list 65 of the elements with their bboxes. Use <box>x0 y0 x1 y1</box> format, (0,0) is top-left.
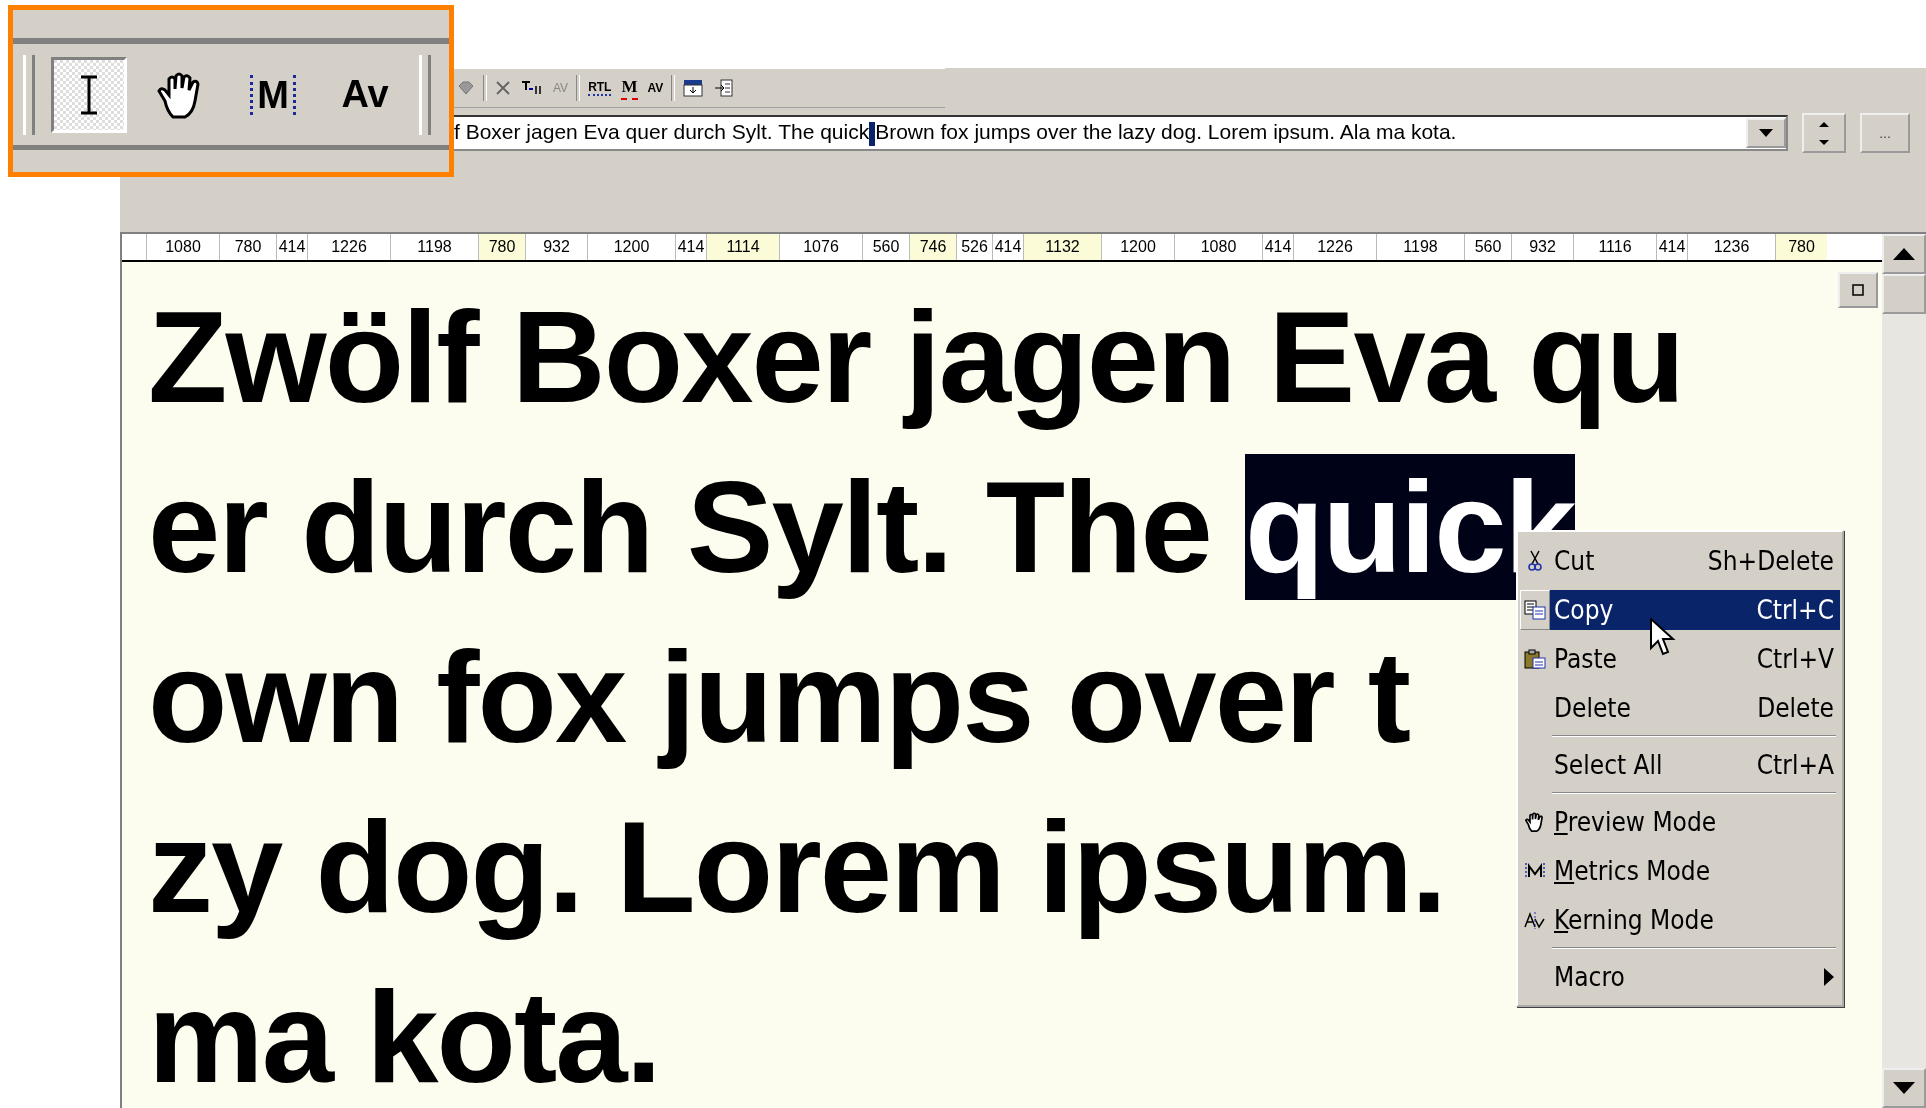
ruler-cell: 1080 <box>146 234 219 260</box>
submenu-arrow-icon <box>1824 967 1834 986</box>
mode-tool-button[interactable]: M <box>235 56 311 133</box>
scroll-thumb[interactable] <box>1882 274 1926 314</box>
menu-item[interactable]: Preview Mode <box>1550 801 1840 842</box>
menu-item[interactable]: Delete Delete <box>1550 687 1840 728</box>
toolbar-button[interactable]: M <box>619 74 640 102</box>
square-button[interactable] <box>1838 272 1878 308</box>
toolbar-grip[interactable] <box>23 54 35 135</box>
toolbar-button[interactable]: RTL <box>586 74 614 102</box>
ruler-cell: 780 <box>1775 234 1827 260</box>
ruler-cell: 1226 <box>1293 234 1376 260</box>
copy-icon <box>1524 599 1546 620</box>
kerning-mode-icon <box>1524 910 1546 929</box>
triangle-down-icon <box>1893 1082 1915 1094</box>
toolbar-grip[interactable] <box>419 54 431 135</box>
metrics-mode-icon <box>1524 861 1546 880</box>
text-cursor-icon[interactable] <box>51 56 127 133</box>
hand-icon <box>1524 811 1546 832</box>
ruler-cell: 1226 <box>307 234 390 260</box>
square-icon <box>1852 284 1864 296</box>
scroll-down-button[interactable] <box>1882 1068 1926 1108</box>
vertical-scrollbar[interactable] <box>1882 234 1926 1108</box>
sample-text: f Boxer jagen Eva quer durch Sylt. The quick Brown fox jumps over the lazy dog. Lorem ipsum. Ala ma kota. <box>453 120 1458 146</box>
preview-text: ma kota. <box>148 964 660 1108</box>
menu-item[interactable]: Copy Ctrl+C <box>1550 589 1840 630</box>
preview-text: Zwölf Boxer jagen Eva qu <box>148 284 1684 430</box>
caret-down-icon <box>1819 139 1829 145</box>
ruler-cell: 1116 <box>1573 234 1656 260</box>
menu-item[interactable]: Metrics Mode <box>1550 850 1840 891</box>
menu-item[interactable]: Kerning Mode <box>1550 899 1840 940</box>
caret-up-icon <box>1819 121 1829 127</box>
spin-button[interactable] <box>1802 113 1846 153</box>
mode-tool-button[interactable]: Av <box>327 56 403 133</box>
ruler-cell: 1198 <box>1376 234 1464 260</box>
ruler-cell: 526 <box>956 234 992 260</box>
menu-item[interactable]: Paste Ctrl+V <box>1550 638 1840 679</box>
dropdown-button[interactable] <box>1746 118 1786 148</box>
more-button[interactable]: ... <box>1860 113 1910 153</box>
scroll-up-button[interactable] <box>1882 234 1926 274</box>
ruler-cell: 1200 <box>587 234 675 260</box>
ruler-cell: 414 <box>276 234 307 260</box>
mouse-pointer-icon <box>1650 618 1676 658</box>
ruler-cell: 414 <box>1656 234 1687 260</box>
paste-icon <box>1524 648 1546 669</box>
ruler-cell: 560 <box>1464 234 1511 260</box>
preview-text: er durch Sylt. The <box>148 454 1212 600</box>
toolbar-button[interactable]: AV <box>645 74 666 102</box>
ruler-cell: 780 <box>219 234 276 260</box>
ruler-cell: 932 <box>1511 234 1573 260</box>
menu-item[interactable]: Select All Ctrl+A <box>1550 744 1840 785</box>
ruler-cell: 1080 <box>1174 234 1262 260</box>
ruler-cell: 414 <box>1262 234 1293 260</box>
preview-text: zy dog. Lorem ipsum. <box>148 794 1446 940</box>
ruler-cell: 1114 <box>706 234 779 260</box>
ruler-cell: 932 <box>525 234 587 260</box>
ruler-cell: 1076 <box>779 234 862 260</box>
preview-text: own fox jumps over t <box>148 624 1410 770</box>
ruler-cell: 746 <box>909 234 956 260</box>
ruler-cell: 1132 <box>1023 234 1101 260</box>
menu-item[interactable]: Macro <box>1550 956 1840 997</box>
triangle-up-icon <box>1893 248 1915 260</box>
ruler-cell: 1200 <box>1101 234 1174 260</box>
caret-down-icon <box>1759 129 1773 137</box>
ruler-cell: 780 <box>478 234 525 260</box>
